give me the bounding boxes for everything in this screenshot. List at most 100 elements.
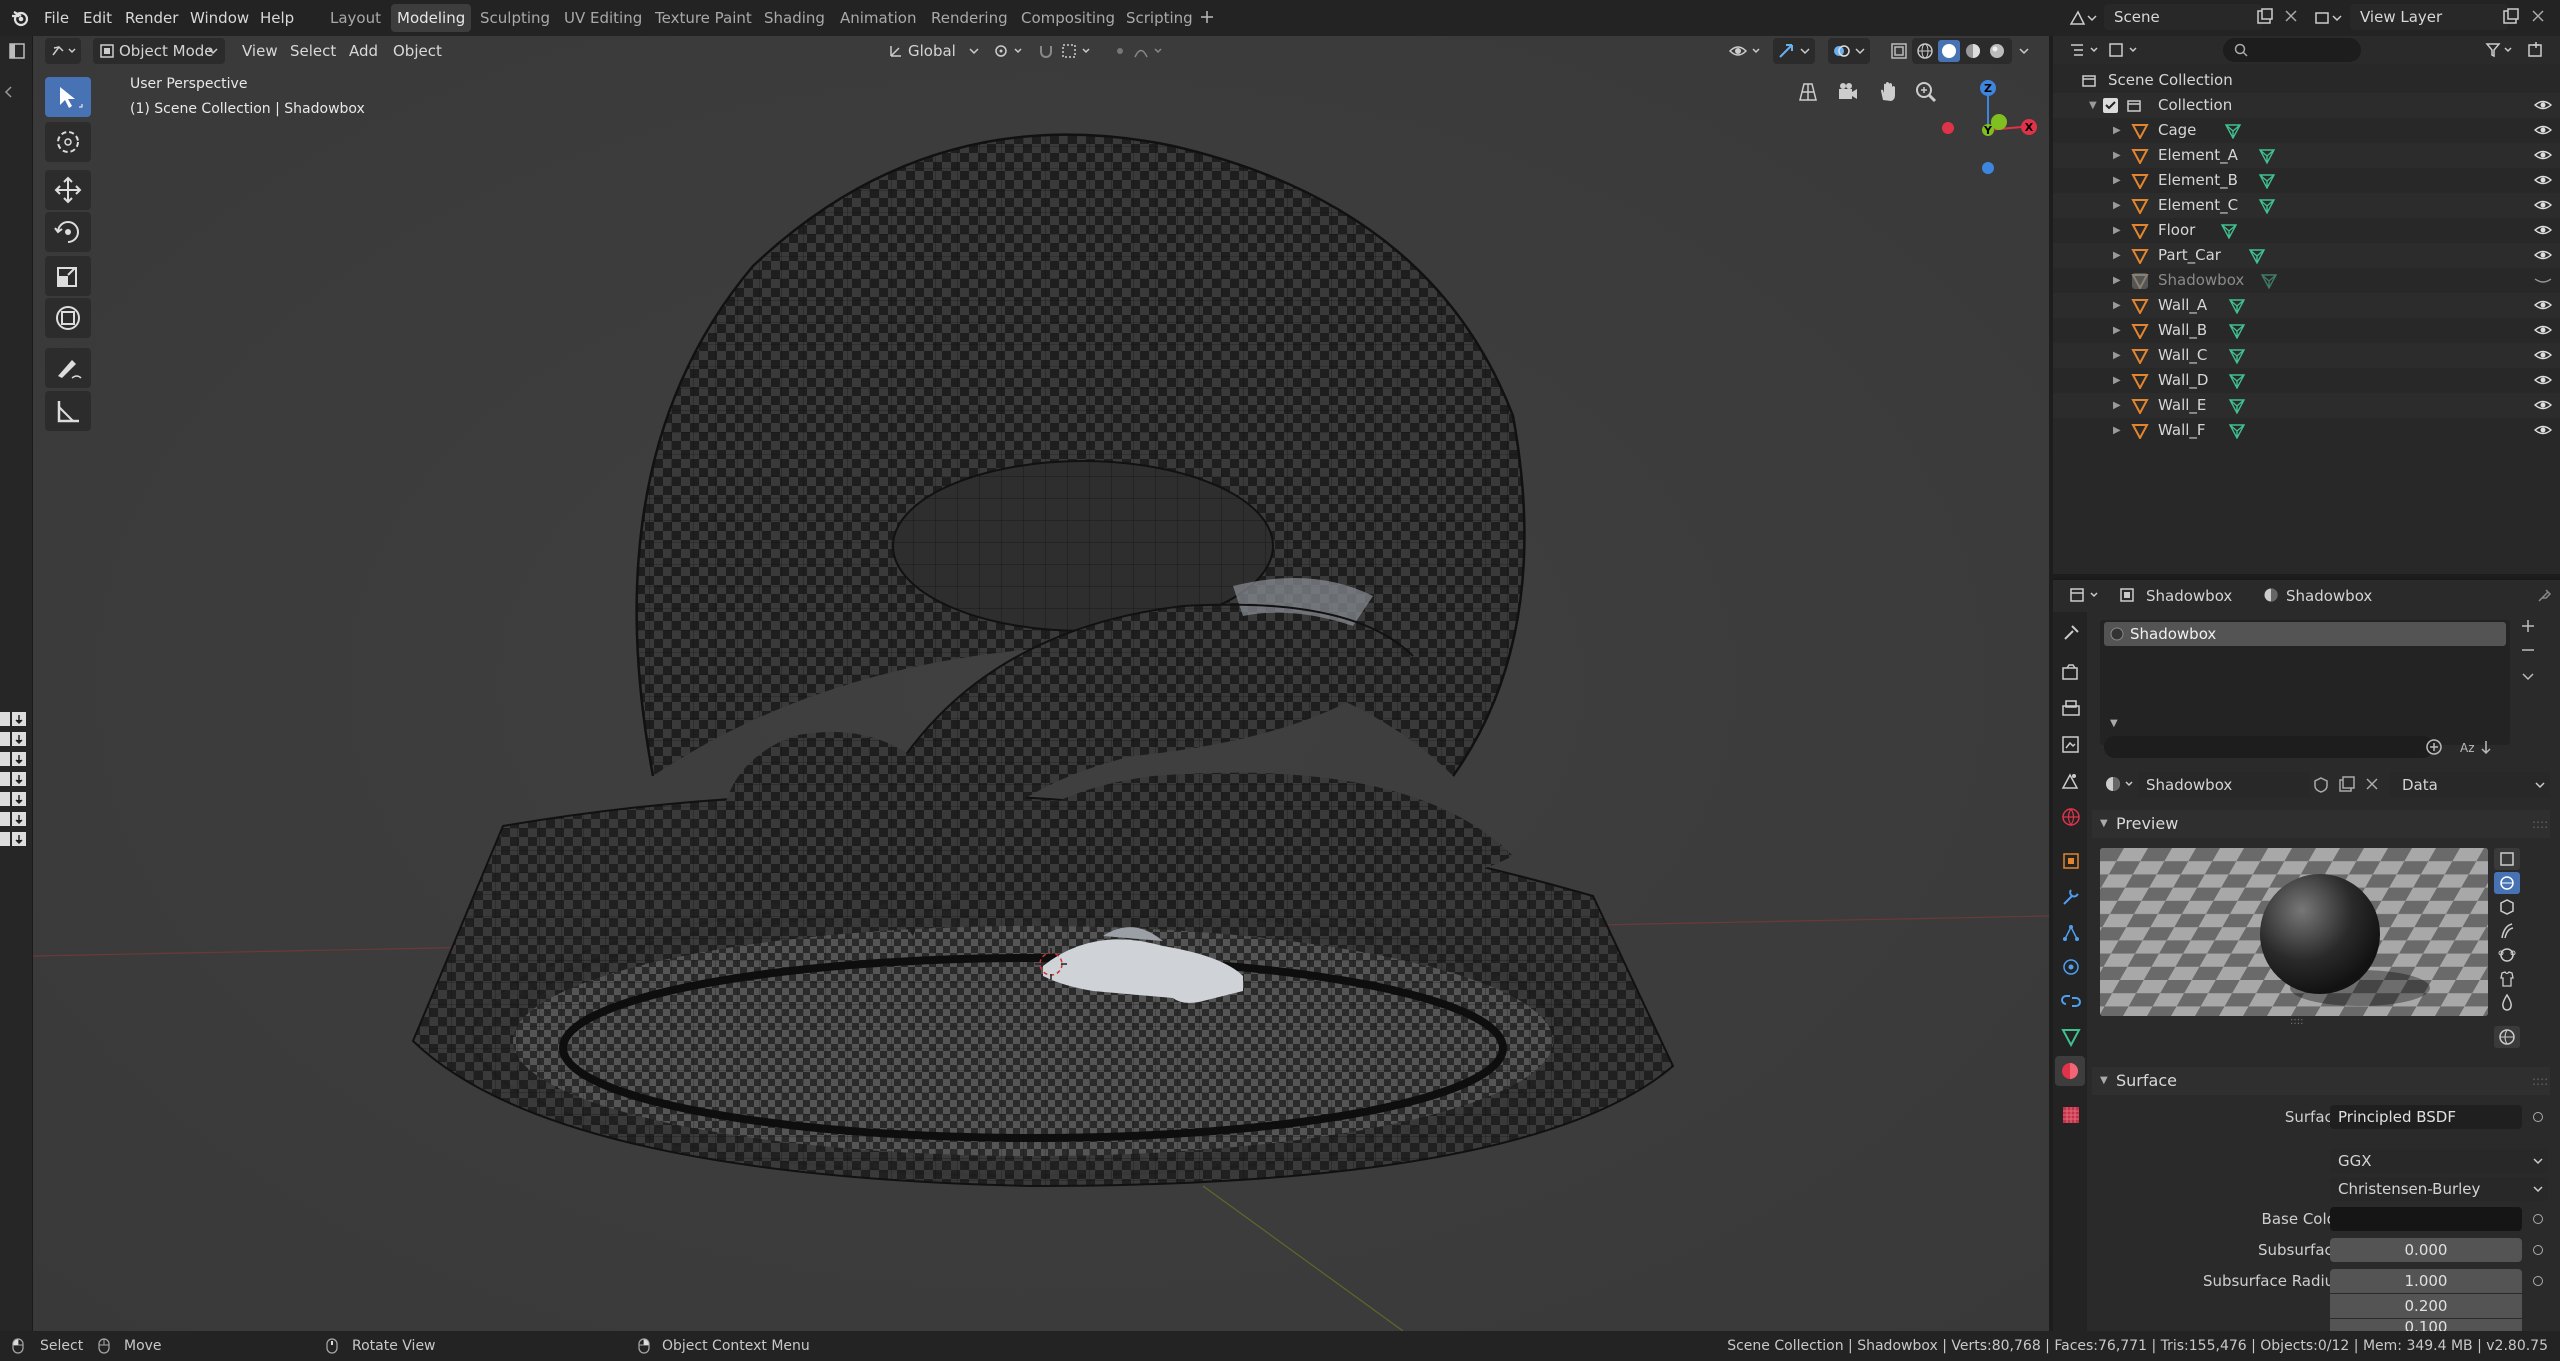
solid-shading-icon[interactable] [1938, 40, 1960, 62]
pan-view-icon[interactable] [1876, 80, 1900, 104]
falloff-icon[interactable] [1133, 42, 1173, 60]
eye-icon[interactable] [2534, 98, 2552, 112]
scene-tab-icon[interactable] [2060, 770, 2082, 792]
preview-hair-icon[interactable] [2494, 920, 2520, 942]
surface-panel-header[interactable]: ▼ Surface :::: [2092, 1067, 2550, 1095]
base-color-socket-icon[interactable] [2533, 1214, 2543, 1224]
expand-icon[interactable]: ▶ [2113, 243, 2121, 268]
visibility-selectable-icon[interactable] [1728, 41, 1764, 61]
tab-rendering[interactable]: Rendering [925, 4, 1014, 32]
outliner-editor-type-icon[interactable] [2069, 42, 2103, 58]
sort-alpha-icon[interactable]: Az [2458, 737, 2498, 757]
move-tool[interactable] [45, 170, 91, 210]
rendered-shading-icon[interactable] [1988, 42, 2006, 60]
eye-icon[interactable] [2534, 323, 2552, 337]
outliner-item[interactable]: ▶ Element_C [2053, 193, 2560, 218]
eye-icon[interactable] [2534, 423, 2552, 437]
constraints-tab-icon[interactable] [2060, 990, 2082, 1012]
tab-scripting[interactable]: Scripting [1120, 4, 1199, 32]
camera-view-icon[interactable] [1836, 80, 1860, 104]
fake-user-icon[interactable] [2312, 776, 2330, 794]
editor-type-button[interactable] [45, 38, 81, 64]
transform-orientation-dropdown[interactable]: Global [884, 38, 986, 64]
new-collection-icon[interactable] [2527, 41, 2545, 59]
eye-icon[interactable] [2534, 298, 2552, 312]
mesh-data-icon[interactable] [2260, 273, 2278, 289]
particles-tab-icon[interactable] [2060, 922, 2082, 944]
new-scene-icon[interactable] [2256, 8, 2274, 26]
outliner-item[interactable]: ▶ Cage [2053, 118, 2560, 143]
new-view-layer-icon[interactable] [2502, 8, 2520, 26]
preview-panel-header[interactable]: ▼ Preview :::: [2092, 810, 2550, 838]
preview-sphere-icon[interactable] [2494, 872, 2520, 894]
subsurface-radius-z-field[interactable]: 0.100 [2330, 1319, 2522, 1331]
tab-layout[interactable]: Layout [324, 4, 387, 32]
material-tab[interactable] [2055, 1056, 2085, 1086]
preview-resize-handle[interactable]: :::: [2290, 1016, 2303, 1027]
surface-shader-field[interactable]: Principled BSDF [2330, 1105, 2522, 1129]
preview-fluid-icon[interactable] [2494, 992, 2520, 1014]
expand-icon[interactable]: ▶ [2113, 168, 2121, 193]
gizmo-toggle[interactable] [1773, 38, 1815, 64]
mesh-data-icon[interactable] [2220, 223, 2238, 239]
viewport-menu-select[interactable]: Select [284, 38, 342, 64]
expand-icon[interactable]: ▶ [2113, 193, 2121, 218]
slot-filter-input[interactable] [2104, 736, 2434, 758]
menu-render[interactable]: Render [119, 4, 184, 32]
object-tab-icon[interactable] [2060, 850, 2082, 872]
properties-editor-type-icon[interactable] [2069, 587, 2103, 603]
outliner-item[interactable]: ▶ Element_B [2053, 168, 2560, 193]
collapse-arrow-icon[interactable] [2, 84, 14, 100]
eye-icon[interactable] [2534, 348, 2552, 362]
scene-field[interactable]: Scene [2104, 4, 2262, 30]
tab-shading[interactable]: Shading [758, 4, 831, 32]
3d-viewport[interactable] [33, 36, 2049, 1331]
mesh-data-icon[interactable] [2258, 198, 2276, 214]
tab-animation[interactable]: Animation [834, 4, 922, 32]
outliner-item[interactable]: ▶ Wall_E [2053, 393, 2560, 418]
outliner-search-input[interactable] [2223, 38, 2361, 62]
view-layer-icon[interactable] [2313, 8, 2343, 28]
tab-uv-editing[interactable]: UV Editing [558, 4, 648, 32]
blender-logo-icon[interactable] [10, 8, 30, 28]
subsurface-method-dropdown[interactable]: Christensen-Burley [2330, 1177, 2548, 1201]
cursor-tool[interactable] [45, 122, 91, 162]
material-preview-icon[interactable] [1964, 42, 1982, 60]
menu-help[interactable]: Help [254, 4, 300, 32]
link-mode-dropdown[interactable]: Data [2390, 772, 2550, 798]
outliner-item[interactable]: ▶ Wall_C [2053, 343, 2560, 368]
outliner-item[interactable]: ▶ Wall_A [2053, 293, 2560, 318]
mesh-data-icon[interactable] [2258, 148, 2276, 164]
collection-checkbox[interactable] [2103, 98, 2118, 113]
tool-settings-tab-icon[interactable] [2060, 622, 2082, 644]
eye-closed-icon[interactable] [2534, 273, 2552, 287]
outliner-item[interactable]: ▶ Wall_B [2053, 318, 2560, 343]
rotate-tool[interactable] [45, 212, 91, 252]
expand-icon[interactable]: ▶ [2113, 418, 2121, 443]
subsurface-radius-socket-icon[interactable] [2533, 1276, 2543, 1286]
pivot-point-icon[interactable] [993, 42, 1027, 60]
remove-slot-icon[interactable] [2520, 642, 2536, 658]
base-color-swatch[interactable] [2330, 1207, 2522, 1231]
mesh-data-icon[interactable] [2228, 348, 2246, 364]
filter-icon[interactable] [2485, 42, 2519, 58]
slot-list-expand-icon[interactable]: ▼ [2110, 718, 2118, 729]
pin-icon[interactable] [2537, 587, 2553, 603]
preview-cloth-icon[interactable] [2494, 968, 2520, 990]
outliner-item[interactable]: ▶ Wall_F [2053, 418, 2560, 443]
outliner-item[interactable]: ▶ Floor [2053, 218, 2560, 243]
render-tab-icon[interactable] [2060, 662, 2082, 684]
mesh-data-icon[interactable] [2228, 323, 2246, 339]
display-mode-icon[interactable] [2108, 42, 2142, 58]
expand-icon[interactable]: ▶ [2113, 143, 2121, 168]
navigation-gizmo[interactable]: Z X Y [1930, 72, 2046, 182]
close-scene-icon[interactable] [2283, 8, 2299, 24]
expand-icon[interactable]: ▶ [2113, 268, 2121, 293]
scale-tool[interactable] [45, 256, 91, 296]
modifiers-tab-icon[interactable] [2060, 886, 2082, 908]
texture-tab-icon[interactable] [2060, 1104, 2082, 1126]
world-tab-icon[interactable] [2060, 806, 2082, 828]
mesh-data-icon[interactable] [2228, 373, 2246, 389]
expand-icon[interactable]: ▶ [2113, 368, 2121, 393]
tab-modeling[interactable]: Modeling [391, 4, 472, 32]
